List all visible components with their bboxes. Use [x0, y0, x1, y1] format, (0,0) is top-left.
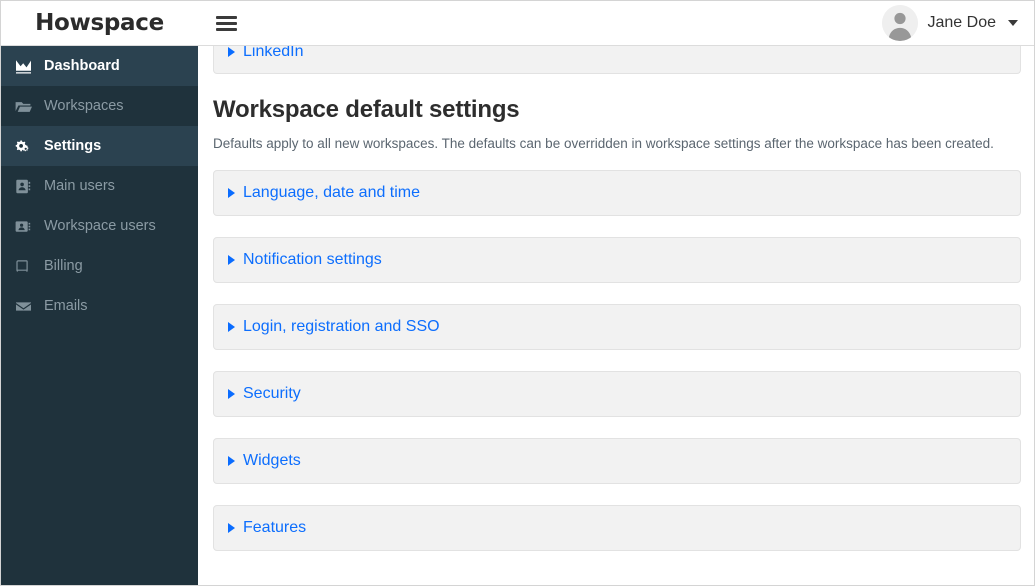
- accordion-panel-notification-settings[interactable]: Notification settings: [213, 236, 1021, 283]
- accordion-panel-widgets[interactable]: Widgets: [213, 437, 1021, 484]
- sidebar-item-label: Workspace users: [44, 217, 156, 234]
- accordion-panel-security[interactable]: Security: [213, 370, 1021, 417]
- sidebar-item-settings[interactable]: Settings: [1, 126, 198, 166]
- accordion-header: Notification settings: [228, 250, 382, 268]
- triangle-right-icon[interactable]: [228, 522, 235, 533]
- triangle-right-icon[interactable]: [228, 187, 235, 198]
- user-menu[interactable]: Jane Doe: [881, 1, 1035, 45]
- envelope-icon: [15, 299, 37, 314]
- accordion-panel-linkedin[interactable]: LinkedIn: [213, 46, 1021, 74]
- sidebar-nav: Dashboard Workspaces Settings Main users…: [1, 46, 198, 585]
- app-window: Howspace Jane Doe Dashboard Workspaces S…: [0, 0, 1035, 586]
- hamburger-icon[interactable]: [204, 1, 248, 46]
- book-icon: [15, 259, 37, 274]
- page-title: Workspace default settings: [213, 96, 520, 123]
- hamburger-bar: [215, 21, 237, 25]
- sidebar-item-label: Workspaces: [44, 97, 124, 114]
- triangle-right-icon[interactable]: [228, 388, 235, 399]
- accordion-title: Notification settings: [243, 250, 382, 268]
- accordion-list: Language, date and time Notification set…: [213, 169, 1021, 551]
- brand-name: Howspace: [35, 10, 164, 36]
- sidebar-item-workspaces[interactable]: Workspaces: [1, 86, 198, 126]
- chart-area-icon: [15, 59, 37, 74]
- hamburger-bar: [215, 27, 237, 31]
- accordion-title: Login, registration and SSO: [243, 317, 440, 335]
- accordion-title: Widgets: [243, 451, 301, 469]
- triangle-right-icon[interactable]: [228, 47, 235, 57]
- address-book-icon: [15, 179, 37, 194]
- sidebar-item-label: Dashboard: [44, 57, 120, 74]
- accordion-panel-language-date-and-time[interactable]: Language, date and time: [213, 169, 1021, 216]
- accordion-header: Widgets: [228, 451, 301, 469]
- accordion-title: Security: [243, 384, 301, 402]
- accordion-header: Security: [228, 384, 301, 402]
- gears-icon: [15, 139, 37, 154]
- user-avatar-icon: [881, 5, 918, 41]
- accordion-title: Features: [243, 518, 307, 536]
- accordion-header: Language, date and time: [228, 183, 421, 201]
- accordion-title: Language, date and time: [243, 183, 421, 201]
- triangle-right-icon[interactable]: [228, 254, 235, 265]
- sidebar-item-label: Main users: [44, 177, 115, 194]
- accordion-panel-login-registration-and-sso[interactable]: Login, registration and SSO: [213, 303, 1021, 350]
- hamburger-bar: [215, 15, 237, 19]
- address-card-icon: [15, 219, 37, 234]
- sidebar-item-dashboard[interactable]: Dashboard: [1, 46, 198, 86]
- user-name-label: Jane Doe: [927, 14, 997, 31]
- chevron-down-icon[interactable]: [1008, 20, 1018, 26]
- top-header-bar: Howspace Jane Doe: [1, 1, 1034, 46]
- sidebar-item-emails[interactable]: Emails: [1, 286, 198, 326]
- sidebar-item-label: Emails: [44, 297, 88, 314]
- sidebar-item-main-users[interactable]: Main users: [1, 166, 198, 206]
- main-content: LinkedIn Workspace default settings Defa…: [198, 46, 1034, 585]
- sidebar-item-label: Billing: [44, 257, 83, 274]
- accordion-header: LinkedIn: [228, 46, 304, 60]
- brand-logo[interactable]: Howspace: [1, 1, 198, 45]
- sidebar-item-workspace-users[interactable]: Workspace users: [1, 206, 198, 246]
- accordion-header: Features: [228, 518, 307, 536]
- accordion-header: Login, registration and SSO: [228, 317, 440, 335]
- accordion-title: LinkedIn: [243, 46, 304, 60]
- accordion-panel-features[interactable]: Features: [213, 504, 1021, 551]
- folder-open-icon: [15, 99, 37, 114]
- triangle-right-icon[interactable]: [228, 455, 235, 466]
- sidebar-item-label: Settings: [44, 137, 102, 154]
- triangle-right-icon[interactable]: [228, 321, 235, 332]
- sidebar-item-billing[interactable]: Billing: [1, 246, 198, 286]
- page-description: Defaults apply to all new workspaces. Th…: [213, 135, 994, 151]
